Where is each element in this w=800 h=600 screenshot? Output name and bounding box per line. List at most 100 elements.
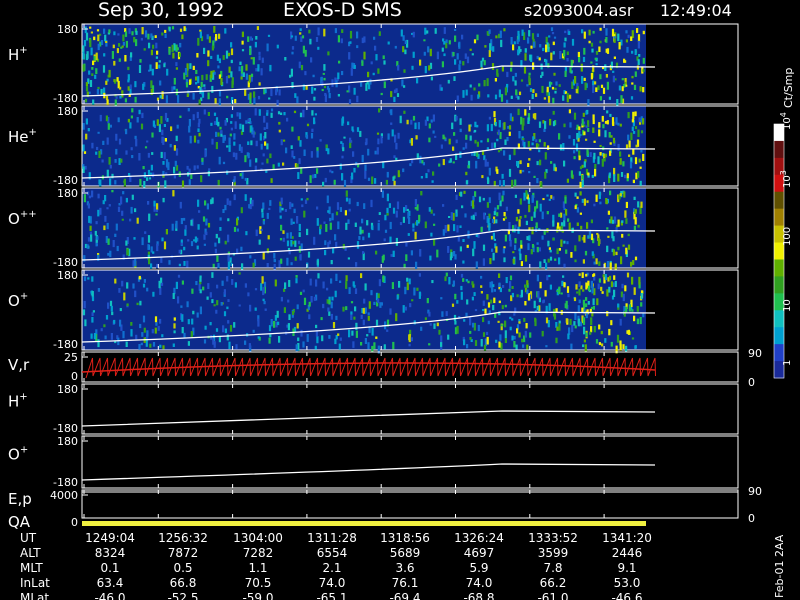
- spectrogram-cell: [83, 276, 87, 282]
- spectrogram-cell: [232, 179, 235, 183]
- spectrogram-cell: [508, 168, 512, 177]
- colorbar-swatch: [774, 344, 784, 362]
- spectrogram-cell: [364, 283, 367, 291]
- spectrogram-cell: [561, 280, 564, 287]
- spectrogram-cell: [165, 95, 168, 103]
- spectrogram-cell: [131, 155, 134, 159]
- spectrogram-cell: [499, 200, 502, 207]
- spectrogram-cell: [396, 294, 399, 300]
- spectrogram-cell: [373, 342, 376, 349]
- spectrogram-cell: [527, 120, 530, 124]
- spectrogram-cell: [132, 283, 135, 289]
- spectrogram-cell: [593, 261, 596, 265]
- spectrogram-cell: [175, 62, 178, 67]
- spectrogram-cell: [170, 126, 173, 132]
- spectrogram-cell: [637, 129, 640, 137]
- axis-cell: 53.0: [614, 576, 641, 590]
- spectrogram-cell: [152, 251, 155, 254]
- spectrogram-cell: [581, 118, 584, 126]
- spectrogram-cell: [416, 287, 419, 291]
- spectrogram-cell: [489, 281, 492, 288]
- spectrogram-cell: [642, 118, 645, 125]
- spectrogram-cell: [143, 279, 146, 283]
- spectrogram-cell: [607, 235, 610, 238]
- spectrogram-cell: [421, 160, 424, 164]
- spectrogram-cell: [612, 75, 615, 83]
- y-tick-bottom: -180: [53, 338, 78, 351]
- spectrogram-cell: [332, 248, 335, 254]
- spectrogram-cell: [291, 126, 294, 132]
- spectrogram-cell: [639, 86, 642, 92]
- spectrogram-cell: [531, 195, 534, 203]
- spectrogram-cell: [196, 53, 199, 58]
- spectrogram-cell: [492, 219, 495, 223]
- spectrogram-cell: [162, 161, 165, 165]
- spectrogram-cell: [323, 85, 327, 89]
- spectrogram-cell: [161, 136, 164, 144]
- spectrogram-cell: [551, 32, 555, 35]
- spectrogram-cell: [158, 60, 161, 63]
- spectrogram-cell: [118, 138, 122, 145]
- spectrogram-cell: [407, 233, 410, 236]
- spectrogram-cell: [211, 45, 214, 51]
- spectrogram-cell: [356, 31, 359, 39]
- spectrogram-cell: [224, 328, 227, 334]
- spectrogram-cell: [330, 313, 333, 320]
- spectrogram-cell: [546, 86, 549, 93]
- spectrogram-cell: [383, 60, 386, 65]
- spectrogram-cell: [364, 170, 367, 179]
- spectrogram-cell: [414, 207, 417, 210]
- spectrogram-cell: [554, 167, 557, 172]
- spectrogram-cell: [426, 298, 429, 304]
- spectrogram-cell: [171, 44, 174, 53]
- spectrogram-cell: [513, 341, 516, 348]
- spectrogram-cell: [502, 248, 505, 254]
- spectrogram-cell: [177, 274, 181, 278]
- spectrogram-cell: [504, 320, 507, 328]
- spectrogram-cell: [106, 99, 109, 105]
- spectrogram-cell: [356, 201, 359, 207]
- spectrogram-cell: [544, 171, 547, 179]
- spectrogram-cell: [567, 293, 570, 298]
- spectrogram-cell: [117, 117, 120, 123]
- spectrogram-cell: [489, 43, 492, 51]
- spectrogram-cell: [486, 294, 489, 300]
- panel-6: O+180-180: [8, 435, 739, 489]
- spectrogram-cell: [91, 312, 94, 317]
- spectrogram-cell: [152, 291, 155, 297]
- spectrogram-cell: [500, 94, 504, 102]
- spectrogram-cell: [245, 120, 248, 124]
- spectrogram-cell: [345, 275, 348, 282]
- spectrogram-cell: [146, 177, 149, 181]
- spectrogram-cell: [219, 217, 222, 221]
- y-tick-bottom: -180: [53, 422, 78, 435]
- spectrogram-cell: [612, 236, 615, 242]
- spectrogram-cell: [599, 96, 602, 101]
- spectrogram-cell: [288, 314, 291, 320]
- spectrogram-cell: [113, 79, 116, 82]
- spectrogram-cell: [578, 281, 581, 287]
- spectrogram-cell: [83, 40, 87, 47]
- panel-label: H+: [8, 45, 28, 64]
- spectrogram-cell: [197, 224, 200, 230]
- spectrogram-cell: [106, 169, 109, 177]
- spectrogram-cell: [578, 155, 581, 161]
- spectrogram-cell: [458, 64, 461, 71]
- spectrogram-cell: [591, 251, 594, 256]
- spectrogram-cell: [582, 112, 585, 117]
- spectrogram-cell: [301, 35, 305, 39]
- spectrogram-cell: [284, 282, 287, 289]
- spectrogram-cell: [619, 193, 622, 197]
- spectrogram-cell: [154, 35, 157, 38]
- spectrogram-cell: [327, 148, 330, 155]
- spectrogram-cell: [323, 221, 326, 224]
- sms-summary-plot: Sep 30, 1992 EXOS-D SMS s2093004.asr 12:…: [8, 0, 795, 600]
- spectrogram-cell: [606, 311, 609, 317]
- spectrogram-cell: [555, 337, 558, 344]
- spectrogram-cell: [608, 286, 611, 293]
- spectrogram-cell: [126, 248, 129, 256]
- spectrogram-cell: [149, 343, 152, 348]
- spectrogram-cell: [462, 278, 465, 282]
- spectrogram-cell: [599, 74, 602, 80]
- spectrogram-cell: [149, 172, 152, 175]
